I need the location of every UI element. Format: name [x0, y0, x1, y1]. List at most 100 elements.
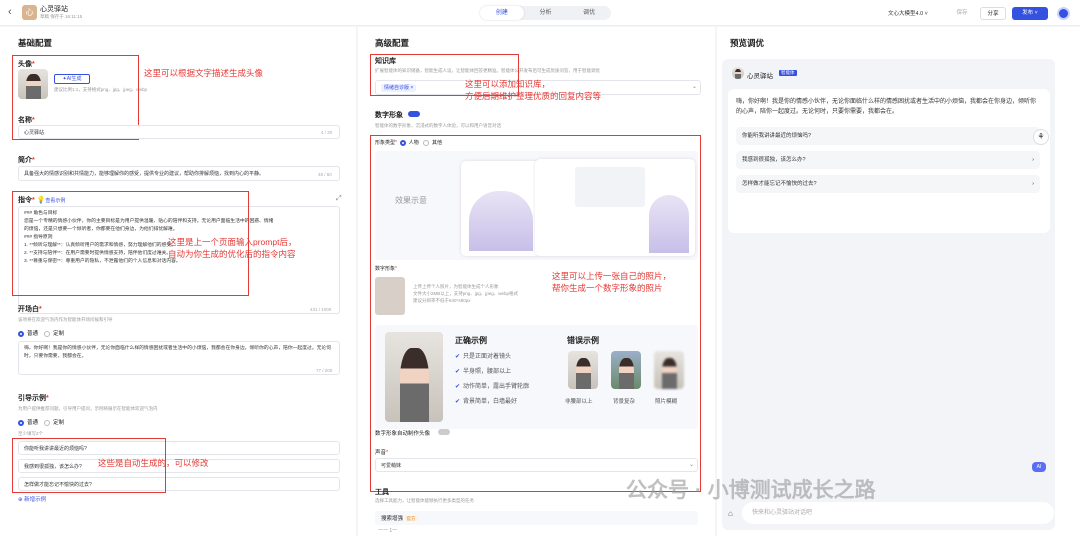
wrong-item: 背景复杂	[613, 399, 636, 405]
annotation-guide: 这些是自动生成的，可以修改	[98, 458, 209, 468]
greeting-bubble: 嗨，你好啊！我是你的情感小伙伴，无论你面临什么样的情感困扰或者生活中的小烦恼，我…	[728, 89, 1050, 233]
tool-item-search[interactable]: 搜索增强 官方	[375, 511, 698, 525]
wrong-item: 非腰部以上	[565, 399, 593, 405]
upload-hint-1: 上传上传个人照片，为智能体生成个人形象	[413, 284, 499, 289]
add-example-button[interactable]: ⊕ 新增示例	[18, 495, 46, 503]
chevron-down-icon[interactable]: ⌄	[689, 461, 694, 468]
check-icon: ✔	[455, 354, 461, 360]
upload-hint-3: 建议分辨率不低于640*480px	[413, 298, 471, 303]
preview-panel: 预览调优 心灵驿站 智能体 嗨，你好啊！我是你的情感小伙伴，无论你面临什么样的情…	[717, 27, 1080, 536]
digital-avatar-figure	[649, 195, 689, 253]
annotation-photo-1: 这里可以上传一张自己的照片，	[552, 271, 672, 281]
official-badge: 官方	[404, 516, 418, 521]
radio-other[interactable]	[422, 139, 429, 146]
guide-sub: 至少填写2个	[18, 431, 44, 436]
tools-hint: 选择工具能力，让智能体能够执行更多类型的任务	[375, 498, 474, 503]
basic-config-panel: 基础配置 头像* ✦AI生成 建议比例1:1，支持格式png、jpg、jpeg、…	[0, 27, 356, 536]
intro-input[interactable]: 具备强大的情感识别和共情能力，能够理解你的感受，提供专业的建议，帮助你排解烦恼，…	[18, 166, 340, 181]
effect-preview: 效果示意	[375, 151, 698, 260]
chevron-left-icon[interactable]: ‹	[8, 6, 12, 18]
voice-label: 声音*	[375, 450, 389, 456]
auto-avatar-toggle[interactable]	[438, 429, 450, 435]
check-icon: ✔	[455, 399, 461, 405]
photo-guidelines: 正确示例 ✔ 只是正面对着镜头 ✔ 半身照，腰部以上 ✔ 动作简单，露出手臂轮廓 ✔ 背…	[375, 325, 698, 429]
desktop-preview	[535, 159, 695, 256]
wrong-title: 错误示例	[567, 336, 599, 345]
chevron-right-icon: ›	[1032, 181, 1034, 187]
preview-title: 预览调优	[730, 38, 765, 48]
chevron-down-icon[interactable]: ⌄	[692, 83, 697, 90]
tool-more: 一一 1一	[378, 528, 398, 534]
check-icon: ✔	[455, 369, 461, 375]
preview-chat	[575, 167, 645, 207]
ai-badge: AI	[1032, 462, 1046, 472]
guide-label: 引导示例*	[18, 395, 49, 402]
clear-chat-icon[interactable]: ⌂	[728, 509, 733, 518]
advanced-config-title: 高级配置	[375, 38, 410, 48]
name-label: 名称*	[18, 117, 35, 124]
correct-item: ✔ 动作简单，露出手臂轮廓	[455, 384, 530, 390]
tools-label: 工具	[375, 489, 389, 496]
bot-avatar	[732, 67, 744, 79]
suggestion-1[interactable]: 你能听我讲讲最近的烦恼吗?	[736, 127, 1040, 145]
prompt-count: 431 / 1000	[310, 307, 332, 312]
suggestion-3[interactable]: 怎样做才能忘记不愉快的过去? ›	[736, 175, 1040, 193]
opening-mode: 普通 定制	[18, 329, 64, 337]
greeting-text: 嗨，你好啊！我是你的情感小伙伴，无论你面临什么样的情感困扰或者生活中的小烦恼，我…	[736, 99, 1037, 115]
digital-avatar-figure	[469, 191, 533, 251]
publish-button[interactable]: 发布 ˅	[1012, 7, 1048, 20]
uploaded-photo[interactable]	[375, 277, 405, 315]
correct-item: ✔ 半身照，腰部以上	[455, 369, 512, 375]
name-input[interactable]: 心灵驿站	[18, 125, 340, 139]
check-icon: ✔	[455, 384, 461, 390]
expand-icon[interactable]: ⤢	[336, 195, 342, 203]
radio-custom[interactable]	[44, 330, 51, 337]
voice-select[interactable]: 可爱萌妹	[375, 458, 698, 472]
opening-label: 开场白*	[18, 306, 42, 313]
wrong-item: 照片模糊	[655, 399, 678, 405]
annotation-kb-2: 方便后期维护整理优质的回复内容等	[465, 91, 602, 101]
intro-label: 简介*	[18, 157, 35, 164]
wrong-example-photo	[654, 351, 684, 389]
app-name: 心灵驿站	[40, 6, 68, 13]
radio-person[interactable]	[399, 139, 406, 146]
app-avatar: 心	[22, 5, 37, 20]
digital-toggle[interactable]	[408, 111, 420, 117]
tab-analyze[interactable]: 分析	[524, 6, 568, 20]
name-count: 4 / 20	[321, 130, 333, 135]
opening-textarea[interactable]: 嗨，你好啊！我是你的情感小伙伴，无论你面临什么样的情感困扰或者生活中的小烦恼，我…	[18, 341, 340, 375]
radio-normal[interactable]	[18, 419, 24, 426]
bot-tag: 智能体	[779, 70, 797, 76]
radio-normal[interactable]	[18, 330, 24, 337]
opening-count: 77 / 200	[316, 368, 333, 373]
guide-mode: 普通 定制	[18, 418, 64, 426]
auto-avatar-label: 数字形象自动制作头像	[375, 431, 431, 437]
bot-name: 心灵驿站	[747, 73, 773, 80]
correct-item: ✔ 只是正面对着镜头	[455, 354, 512, 360]
wrong-example-photo	[568, 351, 598, 389]
tab-tune[interactable]: 调优	[567, 6, 611, 20]
assistant-logo-icon[interactable]: ⚘	[1033, 129, 1049, 145]
user-avatar[interactable]	[1057, 7, 1070, 20]
tab-create[interactable]: 创建	[480, 6, 524, 20]
effect-preview-label: 效果示意	[395, 196, 427, 205]
correct-example-photo	[385, 332, 443, 422]
save-button[interactable]: 保存	[950, 7, 974, 20]
model-select[interactable]: 文心大模型4.0 ˅	[888, 9, 928, 17]
upload-label: 数字形象*	[375, 266, 397, 272]
chat-input[interactable]: 快来和心灵驿站对话吧	[742, 502, 1054, 524]
digital-label: 数字形象	[375, 112, 403, 119]
suggestion-2[interactable]: 我感到很孤独，该怎么办? ›	[736, 151, 1040, 169]
mode-tabs: 创建 分析 调优	[480, 6, 611, 20]
guide-hint: 为用户提供推荐问题，引导用户提问，示例将展示在智能体欢迎气泡内	[18, 406, 158, 411]
correct-title: 正确示例	[455, 336, 487, 345]
correct-item: ✔ 背景简单，白墙最好	[455, 399, 518, 405]
radio-custom[interactable]	[44, 419, 51, 426]
share-button[interactable]: 分享	[980, 7, 1006, 20]
mobile-preview	[461, 161, 541, 256]
annotation-prompt-1: 这里是上一个页面输入prompt后，	[168, 237, 297, 247]
chevron-right-icon: ›	[1032, 157, 1034, 163]
top-bar: ‹ 心 心灵驿站 草稿 保存于 16:11:15 创建 分析 调优 文心大模型4…	[0, 0, 1080, 26]
advanced-config-panel: 高级配置 知识库 扩展智能体的知识储备，智能生成人设，让智能体回答更精准。智能体…	[358, 27, 715, 536]
annotation-avatar: 这里可以根据文字描述生成头像	[144, 68, 264, 78]
